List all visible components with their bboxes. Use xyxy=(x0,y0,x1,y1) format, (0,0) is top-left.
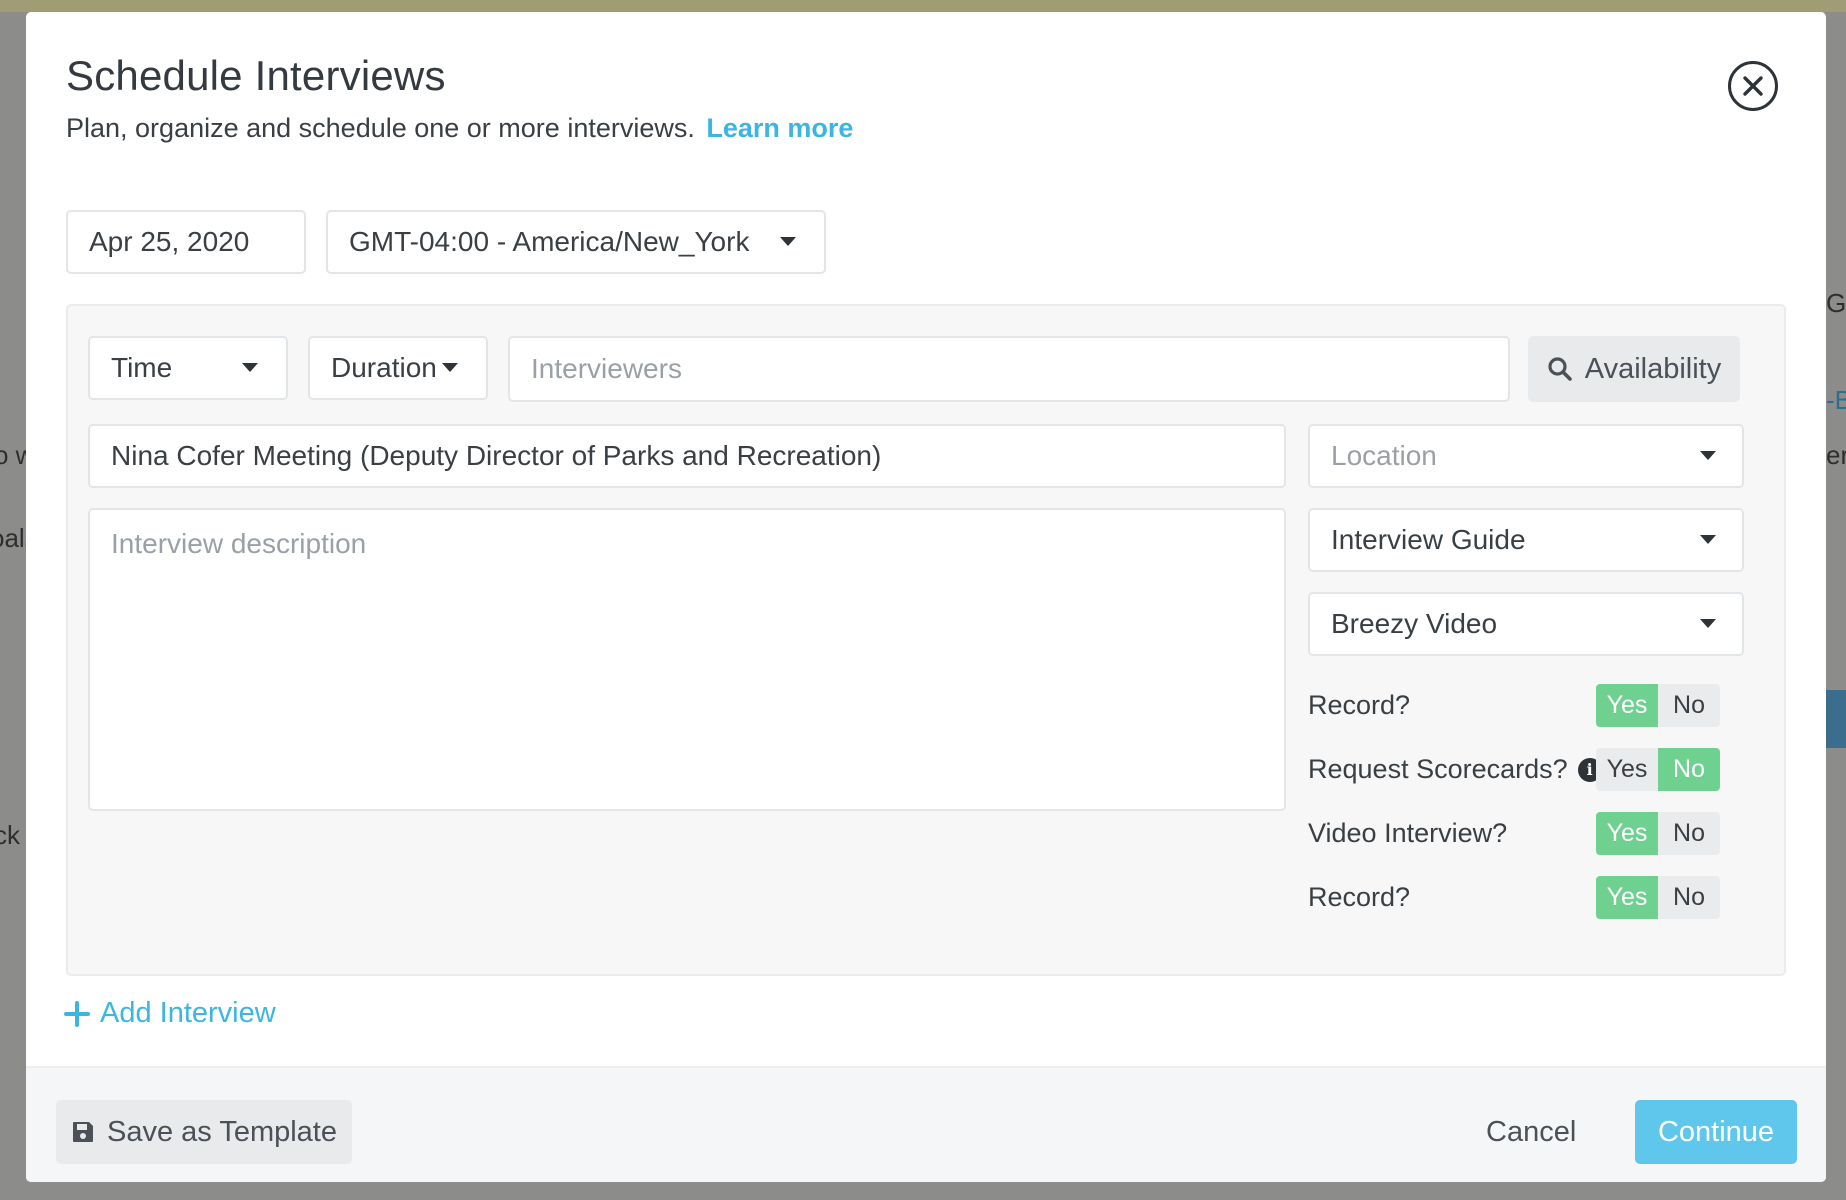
timezone-value: GMT-04:00 - America/New_York xyxy=(349,226,750,257)
learn-more-link[interactable]: Learn more xyxy=(706,113,853,143)
interview-panel: Time Duration Interviewers Availability … xyxy=(66,304,1786,976)
floppy-disk-icon xyxy=(73,1122,93,1142)
close-icon xyxy=(1743,76,1763,96)
record-video-no-option[interactable]: No xyxy=(1658,876,1720,919)
save-as-template-label: Save as Template xyxy=(107,1115,337,1148)
modal-subtitle: Plan, organize and schedule one or more … xyxy=(66,113,853,144)
interview-guide-select[interactable]: Interview Guide xyxy=(1308,508,1744,572)
video-provider-label: Breezy Video xyxy=(1331,608,1498,639)
toggle-label-text: Request Scorecards? xyxy=(1308,754,1568,784)
backdrop-block xyxy=(1826,690,1846,748)
toggle-label-record: Record? xyxy=(1308,684,1410,727)
date-field[interactable]: Apr 25, 2020 xyxy=(66,210,306,274)
chevron-down-icon xyxy=(1700,535,1716,544)
record-video-yes-option[interactable]: Yes xyxy=(1596,876,1658,919)
toggle-label-text: Record? xyxy=(1308,882,1411,912)
toggle-label-text: Video Interview? xyxy=(1308,818,1508,848)
backdrop-text: ert xyxy=(1826,440,1846,470)
close-button[interactable] xyxy=(1728,61,1778,111)
time-select[interactable]: Time xyxy=(88,336,288,400)
backdrop-topbar xyxy=(0,0,1846,12)
record-yes-option[interactable]: Yes xyxy=(1596,684,1658,727)
video-provider-select[interactable]: Breezy Video xyxy=(1308,592,1744,656)
schedule-interviews-modal: Schedule Interviews Plan, organize and s… xyxy=(26,12,1826,1182)
duration-select[interactable]: Duration xyxy=(308,336,488,400)
time-label: Time xyxy=(111,352,173,383)
cancel-button[interactable]: Cancel xyxy=(1486,1100,1576,1164)
timezone-select[interactable]: GMT-04:00 - America/New_York xyxy=(326,210,826,274)
record-video-toggle: Yes No xyxy=(1596,876,1720,919)
availability-button[interactable]: Availability xyxy=(1528,336,1740,402)
availability-label: Availability xyxy=(1584,352,1722,385)
continue-button[interactable]: Continue xyxy=(1635,1100,1797,1164)
duration-label: Duration xyxy=(331,352,437,383)
video-interview-no-option[interactable]: No xyxy=(1658,812,1720,855)
toggle-label-video-interview: Video Interview? xyxy=(1308,812,1507,855)
location-placeholder: Location xyxy=(1331,440,1437,471)
chevron-down-icon xyxy=(1700,451,1716,460)
record-toggle: Yes No xyxy=(1596,684,1720,727)
video-interview-toggle: Yes No xyxy=(1596,812,1720,855)
interviewers-input[interactable]: Interviewers xyxy=(508,336,1510,402)
toggle-label-text: Record? xyxy=(1308,690,1411,720)
interview-guide-label: Interview Guide xyxy=(1331,524,1526,555)
toggle-label-request-scorecards: Request Scorecards? i xyxy=(1308,748,1602,791)
backdrop-text: -B xyxy=(1826,385,1846,415)
date-value: Apr 25, 2020 xyxy=(89,226,250,257)
interview-description-textarea[interactable]: Interview description xyxy=(88,508,1286,811)
add-interview-button[interactable]: Add Interview xyxy=(64,997,276,1030)
modal-title: Schedule Interviews xyxy=(66,52,446,99)
plus-icon xyxy=(64,1000,90,1027)
interview-title-value: Nina Cofer Meeting (Deputy Director of P… xyxy=(111,440,882,471)
save-as-template-button[interactable]: Save as Template xyxy=(56,1100,352,1164)
location-select[interactable]: Location xyxy=(1308,424,1744,488)
request-scorecards-yes-option[interactable]: Yes xyxy=(1596,748,1658,791)
interviewers-placeholder: Interviewers xyxy=(531,353,682,384)
chevron-down-icon xyxy=(442,363,458,372)
modal-footer: Save as Template Cancel Continue xyxy=(26,1066,1826,1182)
add-interview-label: Add Interview xyxy=(100,997,276,1029)
description-placeholder: Interview description xyxy=(111,528,367,559)
chevron-down-icon xyxy=(780,237,796,246)
subtitle-text: Plan, organize and schedule one or more … xyxy=(66,113,695,143)
chevron-down-icon xyxy=(242,363,258,372)
request-scorecards-no-option[interactable]: No xyxy=(1658,748,1720,791)
record-no-option[interactable]: No xyxy=(1658,684,1720,727)
toggle-label-record-2: Record? xyxy=(1308,876,1410,919)
backdrop-text: GM xyxy=(1826,288,1846,318)
video-interview-yes-option[interactable]: Yes xyxy=(1596,812,1658,855)
chevron-down-icon xyxy=(1700,619,1716,628)
interview-title-input[interactable]: Nina Cofer Meeting (Deputy Director of P… xyxy=(88,424,1286,488)
search-icon xyxy=(1548,357,1572,381)
request-scorecards-toggle: Yes No xyxy=(1596,748,1720,791)
